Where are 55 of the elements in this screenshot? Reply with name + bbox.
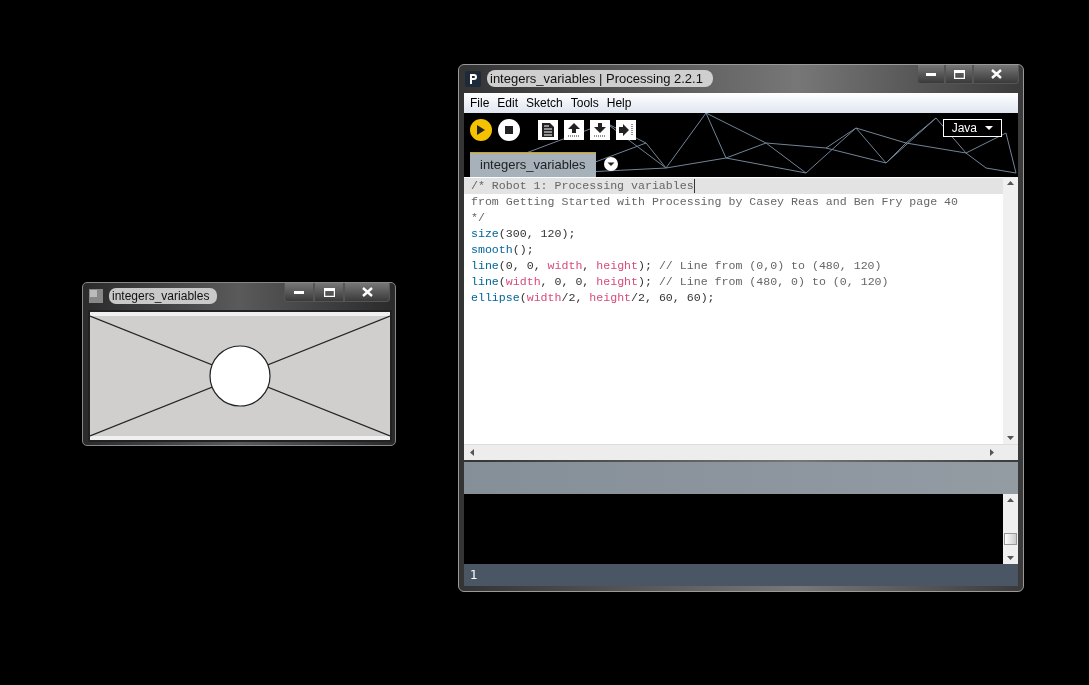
code-line: from Getting Started with Processing by Casey Reas and Ben Fry page 40 [470,193,960,210]
vertical-scrollbar[interactable] [1003,494,1018,565]
menu-item[interactable]: Edit [493,95,523,110]
maximize-icon [323,287,335,297]
save-button[interactable] [590,119,610,140]
scroll-down-icon[interactable] [1007,436,1014,441]
maximize-icon [953,69,965,79]
file-tab[interactable]: integers_variables [470,151,596,177]
app-logo-icon [465,70,481,87]
play-icon [477,124,485,135]
scroll-up-icon[interactable] [1007,498,1014,503]
caret-icon [985,125,993,130]
minimize-icon [926,72,936,76]
minimize-icon [294,290,304,294]
code-line: */ [470,209,486,226]
window-title: integers_variables [109,288,218,304]
code-line: line(width, 0, 0, height); // Line from (480, 0) to (0, 120) [470,273,890,290]
scroll-down-icon[interactable] [1007,556,1014,561]
mode-dropdown[interactable]: Java [942,118,1002,137]
minimize-button[interactable] [917,65,945,84]
line-number: 1 [470,568,478,582]
code-line: ellipse(width/2, height/2, 60, 60); [470,289,716,306]
scroll-right-icon[interactable] [990,449,994,457]
menu-item[interactable]: File [466,95,494,110]
maximize-button[interactable] [945,65,973,84]
scroll-thumb[interactable] [1004,533,1017,546]
scroll-up-icon[interactable] [1007,180,1014,185]
horizontal-scrollbar[interactable] [464,444,1018,461]
close-icon [990,69,1002,79]
menu-item[interactable]: Help [602,95,636,110]
code-line: smooth(); [470,241,535,258]
open-button[interactable] [564,119,584,140]
scroll-left-icon[interactable] [470,449,474,457]
minimize-button[interactable] [284,283,314,302]
code-line: size(300, 120); [470,225,577,242]
run-button[interactable] [470,118,492,141]
window-title: integers_variables | Processing 2.2.1 [487,70,713,87]
menu-item[interactable]: Sketch [522,95,567,110]
tab-menu-icon[interactable] [603,156,618,171]
stop-button[interactable] [498,118,520,141]
stop-icon [505,125,513,134]
close-icon [361,287,373,297]
page-icon [542,122,554,137]
export-button[interactable] [616,119,636,140]
app-icon [89,289,103,303]
right-arrow-icon [619,123,633,136]
vertical-scrollbar[interactable] [1003,176,1018,445]
menu-item[interactable]: Tools [566,95,603,110]
close-button[interactable] [344,283,390,302]
down-arrow-icon [594,122,606,137]
new-button[interactable] [538,119,558,140]
maximize-button[interactable] [314,283,344,302]
up-arrow-icon [568,122,580,137]
close-button[interactable] [973,65,1019,84]
code-line: line(0, 0, width, height); // Line from (0,0) to (480, 120) [470,257,883,274]
